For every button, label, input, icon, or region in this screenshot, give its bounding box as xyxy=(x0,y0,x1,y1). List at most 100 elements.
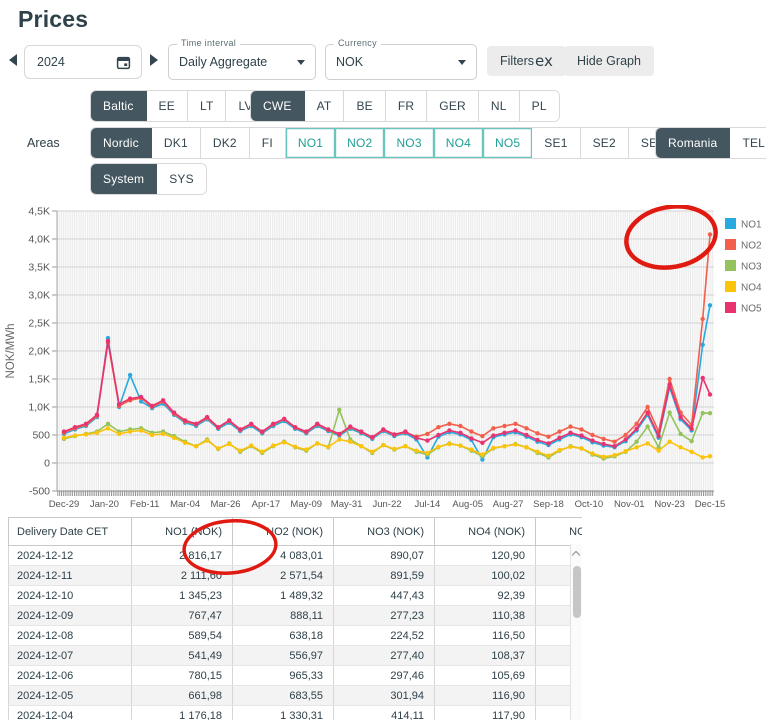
area-button-no5[interactable]: NO5 xyxy=(483,128,533,158)
legend-swatch-no2 xyxy=(725,239,736,250)
table-cell: 297,46 xyxy=(333,665,435,686)
x-tick-label: Nov-23 xyxy=(654,499,685,510)
area-button-at[interactable]: AT xyxy=(304,91,345,121)
area-button-dk2[interactable]: DK2 xyxy=(200,128,250,158)
table-cell: 1 489,32 xyxy=(232,585,334,606)
area-button-no1[interactable]: NO1 xyxy=(285,128,336,158)
table-row: 2024-12-07541,49556,97277,40108,37499,97 xyxy=(8,645,582,666)
currency-label: Currency xyxy=(334,38,381,48)
chevron-down-icon xyxy=(297,59,305,65)
table-row: 2024-12-08589,54638,18224,52116,50499,61 xyxy=(8,625,582,646)
table-cell: 447,43 xyxy=(333,585,435,606)
area-button-pl[interactable]: PL xyxy=(519,91,559,121)
table-cell: 888,11 xyxy=(232,605,334,626)
table-cell: 780,15 xyxy=(131,665,233,686)
area-button-no4[interactable]: NO4 xyxy=(433,128,483,158)
table-cell: 965,33 xyxy=(232,665,334,686)
table-cell: 2024-12-05 xyxy=(8,685,132,706)
next-year-button[interactable] xyxy=(150,54,158,66)
scrollbar-thumb[interactable] xyxy=(573,566,581,618)
table-cell: 1 176,18 xyxy=(131,705,233,720)
area-button-cwe[interactable]: CWE xyxy=(251,91,305,121)
table-row: 2024-12-09767,47888,11277,23110,38592,91 xyxy=(8,605,582,626)
legend-label: NO5 xyxy=(741,304,762,315)
currency-value: NOK xyxy=(336,55,364,69)
table-cell: 108,37 xyxy=(434,645,536,666)
filters-button[interactable]: Filters ex xyxy=(487,46,566,76)
time-interval-select[interactable]: Time interval Daily Aggregate xyxy=(168,38,316,80)
area-button-se1[interactable]: SE1 xyxy=(532,128,581,158)
table-cell: 2024-12-12 xyxy=(8,545,132,566)
area-button-system[interactable]: System xyxy=(91,164,158,194)
x-tick-label: Jun-22 xyxy=(372,499,401,510)
area-button-nordic[interactable]: Nordic xyxy=(91,128,152,158)
table-cell: 105,69 xyxy=(434,665,536,686)
area-button-romania[interactable]: Romania xyxy=(656,128,731,158)
hide-graph-label: Hide Graph xyxy=(577,54,641,68)
y-tick-label: 1,0K xyxy=(28,402,50,414)
table-row: 2024-12-05661,98683,55301,94116,90609,57 xyxy=(8,685,582,706)
y-tick-label: -500 xyxy=(29,486,50,498)
area-button-lt[interactable]: LT xyxy=(187,91,227,121)
y-tick-label: 3,0K xyxy=(28,290,50,302)
calendar-icon[interactable] xyxy=(116,55,131,70)
currency-select[interactable]: Currency NOK xyxy=(325,38,477,80)
table-cell: 92,39 xyxy=(434,585,536,606)
legend-label: NO3 xyxy=(741,262,762,273)
area-button-no3[interactable]: NO3 xyxy=(384,128,434,158)
area-button-no2[interactable]: NO2 xyxy=(335,128,385,158)
hide-graph-button[interactable]: Hide Graph xyxy=(564,46,654,76)
scroll-up-icon[interactable] xyxy=(573,550,580,557)
prev-year-button[interactable] xyxy=(9,54,17,66)
area-button-dk1[interactable]: DK1 xyxy=(151,128,201,158)
table-row: 2024-12-101 345,231 489,32447,4392,391 1… xyxy=(8,585,582,606)
table-cell: 117,90 xyxy=(434,705,536,720)
table-cell: 116,50 xyxy=(434,625,536,646)
table-cell: 100,02 xyxy=(434,565,536,586)
table-cell: 110,38 xyxy=(434,605,536,626)
table-cell: 4 083,01 xyxy=(232,545,334,566)
year-picker[interactable] xyxy=(24,45,142,79)
x-tick-label: Aug-05 xyxy=(452,499,483,510)
area-button-nl[interactable]: NL xyxy=(478,91,520,121)
table-cell: 890,07 xyxy=(333,545,435,566)
area-button-tel[interactable]: TEL xyxy=(730,128,766,158)
y-tick-label: 4,5K xyxy=(28,206,50,218)
x-tick-label: Oct-10 xyxy=(575,499,604,510)
table-cell: 116,90 xyxy=(434,685,536,706)
area-button-fr[interactable]: FR xyxy=(385,91,428,121)
table-cell: 414,11 xyxy=(333,705,435,720)
area-button-ee[interactable]: EE xyxy=(146,91,188,121)
table-header-cell: NO2 (NOK) xyxy=(232,517,334,546)
area-button-fi[interactable]: FI xyxy=(249,128,286,158)
table-header-cell: NO4 (NOK) xyxy=(434,517,536,546)
area-group-baltic: Baltic EE LT LV xyxy=(90,90,266,122)
table-cell: 120,90 xyxy=(434,545,536,566)
table-cell: 589,54 xyxy=(131,625,233,646)
price-table: Delivery Date CET NO1 (NOK) NO2 (NOK) NO3 (… xyxy=(8,517,582,720)
table-cell: 2024-12-07 xyxy=(8,645,132,666)
area-button-sys[interactable]: SYS xyxy=(157,164,206,194)
price-chart: 4,5K 4,0K 3,5K 3,0K 2,5K 2,0K 1,5K 1,0K 500 0 -500… xyxy=(0,204,766,517)
table-cell: 277,23 xyxy=(333,605,435,626)
table-cell: 2024-12-09 xyxy=(8,605,132,626)
y-tick-label: 500 xyxy=(32,430,50,442)
area-group-system: System SYS xyxy=(90,163,207,195)
y-tick-label: 2,0K xyxy=(28,346,50,358)
legend-label: NO1 xyxy=(741,220,762,231)
legend-label: NO4 xyxy=(741,283,762,294)
area-button-ger[interactable]: GER xyxy=(427,91,479,121)
area-button-se2[interactable]: SE2 xyxy=(580,128,629,158)
x-tick-label: Mar-04 xyxy=(170,499,200,510)
price-table-container: Delivery Date CET NO1 (NOK) NO2 (NOK) NO3 (… xyxy=(8,517,582,720)
x-tick-label: Jul-14 xyxy=(414,499,440,510)
table-cell: 556,97 xyxy=(232,645,334,666)
table-scrollbar[interactable] xyxy=(570,544,582,720)
area-button-baltic[interactable]: Baltic xyxy=(91,91,147,121)
x-tick-label: Dec-15 xyxy=(695,499,726,510)
y-tick-label: 4,0K xyxy=(28,234,50,246)
area-button-be[interactable]: BE xyxy=(344,91,386,121)
year-input[interactable] xyxy=(35,54,109,70)
legend-swatch-no4 xyxy=(725,281,736,292)
y-tick-label: 3,5K xyxy=(28,262,50,274)
